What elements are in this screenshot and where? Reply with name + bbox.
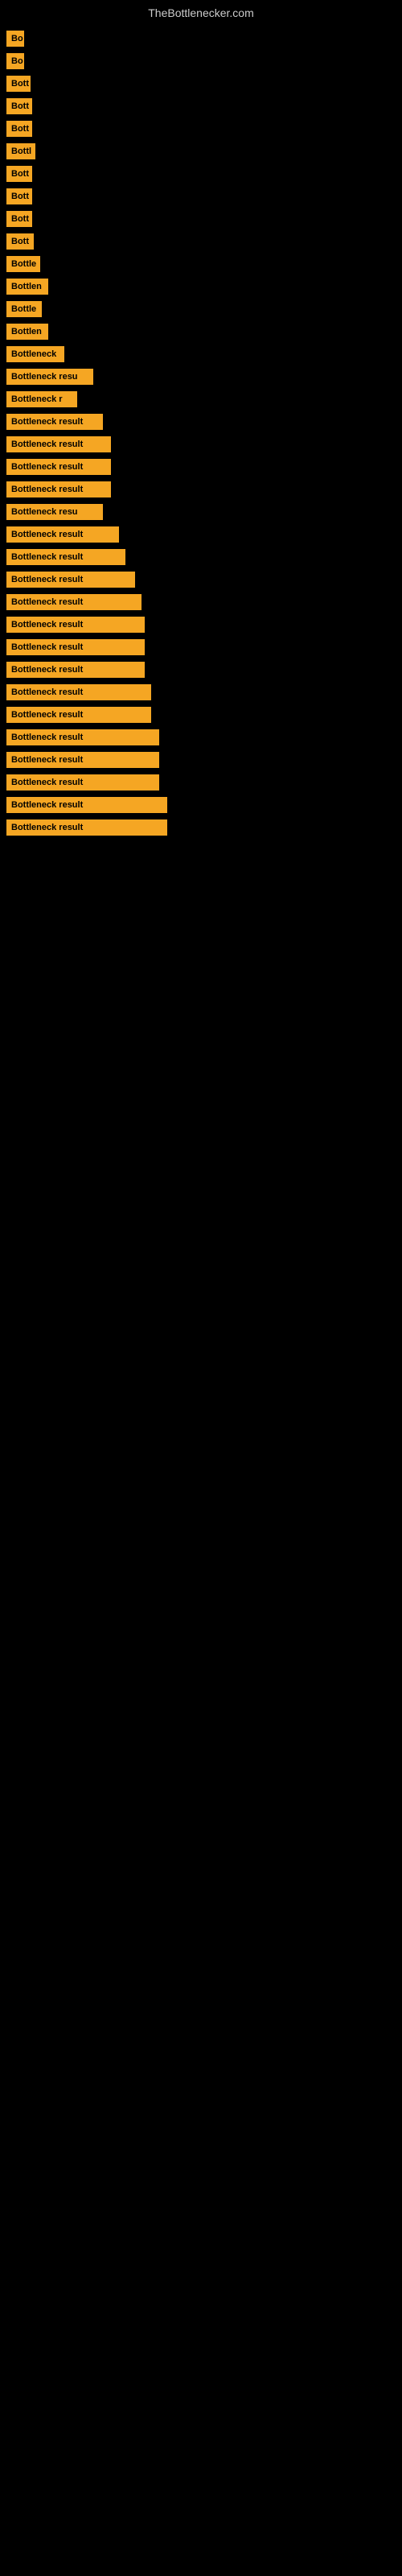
- bottleneck-label: Bottleneck result: [6, 774, 159, 791]
- bottleneck-label: Bott: [6, 188, 32, 204]
- list-item: Bottleneck result: [6, 707, 396, 723]
- bottleneck-label: Bottleneck result: [6, 819, 167, 836]
- bottleneck-label: Bottleneck result: [6, 481, 111, 497]
- bottleneck-label: Bott: [6, 166, 32, 182]
- list-item: Bottlen: [6, 279, 396, 295]
- list-item: Bottleneck result: [6, 526, 396, 543]
- bottleneck-label: Bottleneck result: [6, 797, 167, 813]
- bottleneck-label: Bottlen: [6, 279, 48, 295]
- bottleneck-label: Bott: [6, 233, 34, 250]
- bottleneck-label: Bottleneck result: [6, 572, 135, 588]
- bottleneck-label: Bottleneck result: [6, 707, 151, 723]
- bottleneck-label: Bottleneck: [6, 346, 64, 362]
- list-item: Bottleneck result: [6, 436, 396, 452]
- list-item: Bottleneck result: [6, 752, 396, 768]
- bottleneck-label: Bott: [6, 76, 31, 92]
- bottleneck-label: Bottleneck result: [6, 526, 119, 543]
- bottleneck-label: Bott: [6, 121, 32, 137]
- list-item: Bottleneck r: [6, 391, 396, 407]
- list-item: Bottleneck result: [6, 549, 396, 565]
- list-item: Bottle: [6, 301, 396, 317]
- bottleneck-label: Bottle: [6, 256, 40, 272]
- items-container: Bo Bo Bott Bott Bott Bottl Bott Bott Bott Bott Bot…: [0, 23, 402, 850]
- bottleneck-label: Bottleneck result: [6, 459, 111, 475]
- list-item: Bottleneck result: [6, 819, 396, 836]
- list-item: Bottleneck resu: [6, 504, 396, 520]
- bottleneck-label: Bottleneck result: [6, 684, 151, 700]
- list-item: Bott: [6, 188, 396, 204]
- list-item: Bottleneck: [6, 346, 396, 362]
- bottleneck-label: Bottleneck result: [6, 729, 159, 745]
- list-item: Bottleneck resu: [6, 369, 396, 385]
- list-item: Bottleneck result: [6, 459, 396, 475]
- bottleneck-label: Bott: [6, 98, 32, 114]
- list-item: Bottleneck result: [6, 729, 396, 745]
- list-item: Bottleneck result: [6, 684, 396, 700]
- list-item: Bottleneck result: [6, 481, 396, 497]
- bottleneck-label: Bottlen: [6, 324, 48, 340]
- list-item: Bottlen: [6, 324, 396, 340]
- list-item: Bottl: [6, 143, 396, 159]
- bottleneck-label: Bottleneck result: [6, 639, 145, 655]
- bottleneck-label: Bottleneck resu: [6, 369, 93, 385]
- bottleneck-label: Bottleneck result: [6, 594, 142, 610]
- site-title: TheBottlenecker.com: [0, 0, 402, 23]
- bottleneck-label: Bo: [6, 31, 24, 47]
- list-item: Bott: [6, 211, 396, 227]
- bottleneck-label: Bottleneck result: [6, 436, 111, 452]
- list-item: Bottleneck result: [6, 797, 396, 813]
- bottleneck-label: Bottleneck resu: [6, 504, 103, 520]
- list-item: Bottleneck result: [6, 617, 396, 633]
- list-item: Bottleneck result: [6, 774, 396, 791]
- bottleneck-label: Bottleneck result: [6, 752, 159, 768]
- list-item: Bo: [6, 31, 396, 47]
- list-item: Bott: [6, 166, 396, 182]
- list-item: Bottleneck result: [6, 594, 396, 610]
- list-item: Bott: [6, 233, 396, 250]
- list-item: Bottle: [6, 256, 396, 272]
- list-item: Bottleneck result: [6, 639, 396, 655]
- bottleneck-label: Bo: [6, 53, 24, 69]
- list-item: Bott: [6, 76, 396, 92]
- bottleneck-label: Bottl: [6, 143, 35, 159]
- list-item: Bott: [6, 98, 396, 114]
- bottleneck-label: Bott: [6, 211, 32, 227]
- bottleneck-label: Bottleneck result: [6, 414, 103, 430]
- bottleneck-label: Bottleneck result: [6, 662, 145, 678]
- list-item: Bott: [6, 121, 396, 137]
- bottleneck-label: Bottleneck result: [6, 549, 125, 565]
- list-item: Bo: [6, 53, 396, 69]
- list-item: Bottleneck result: [6, 414, 396, 430]
- bottleneck-label: Bottleneck r: [6, 391, 77, 407]
- bottleneck-label: Bottleneck result: [6, 617, 145, 633]
- bottleneck-label: Bottle: [6, 301, 42, 317]
- list-item: Bottleneck result: [6, 662, 396, 678]
- list-item: Bottleneck result: [6, 572, 396, 588]
